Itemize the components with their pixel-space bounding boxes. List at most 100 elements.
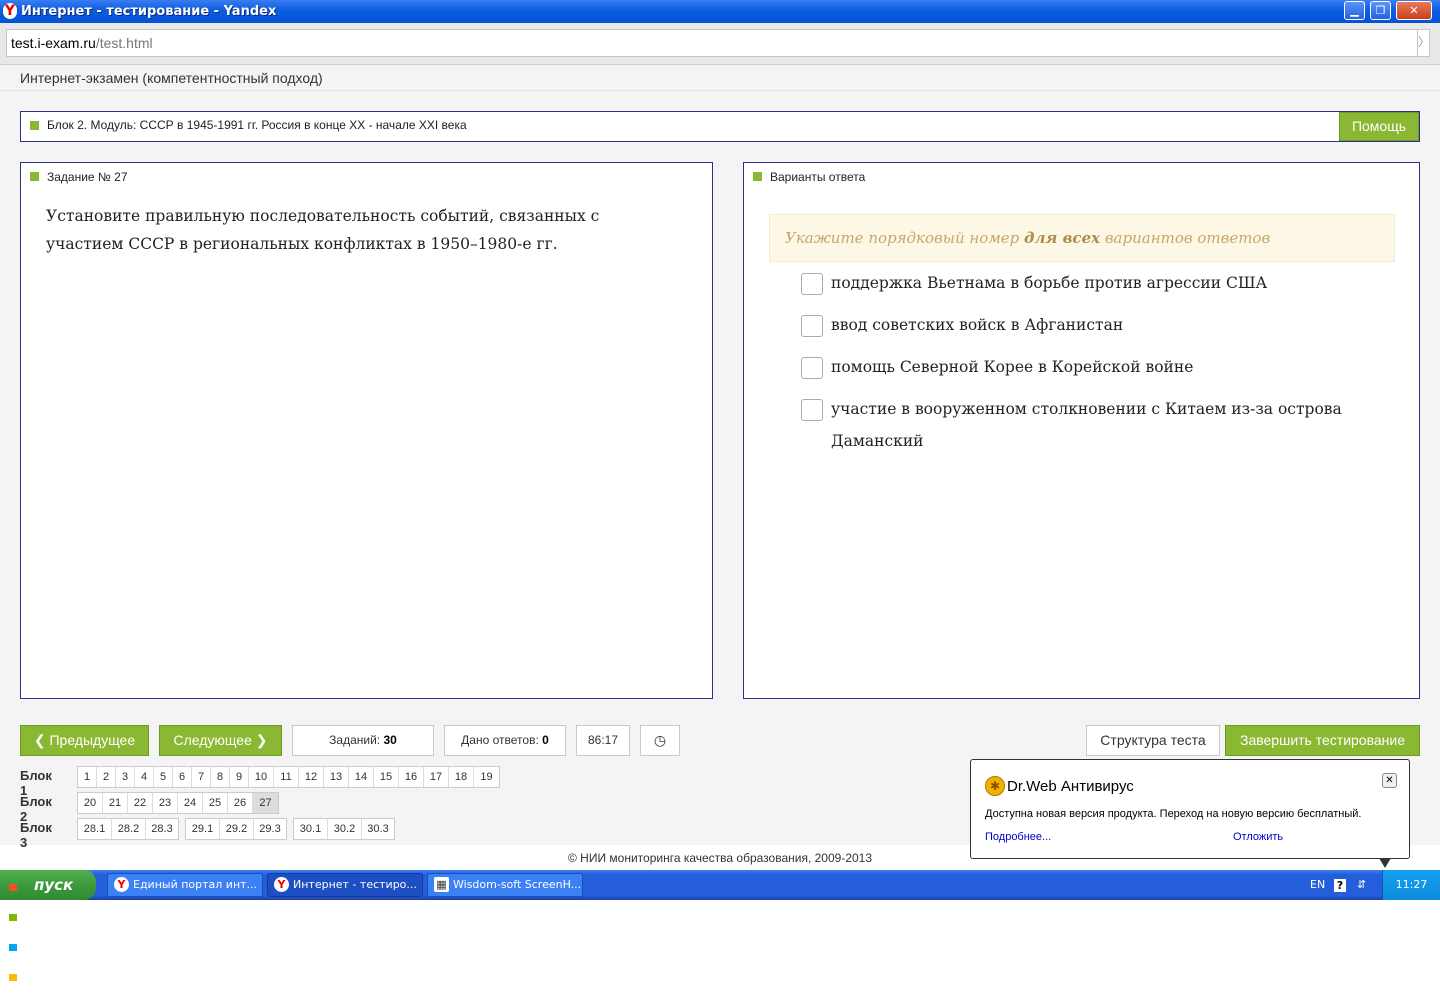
test-structure-button[interactable]: Структура теста	[1086, 725, 1220, 756]
minimize-button[interactable]: ▁	[1344, 1, 1365, 20]
drweb-notification: ✱ Dr.Web Антивирус ✕ Доступна новая верс…	[970, 759, 1410, 868]
tasks-label: Заданий:	[329, 733, 381, 747]
task-cell[interactable]: 17	[424, 767, 449, 787]
hint-text-end: вариантов ответов	[1100, 229, 1271, 247]
task-cell[interactable]: 8	[211, 767, 230, 787]
task-cell[interactable]: 7	[192, 767, 211, 787]
chevron-right-icon: ❯	[255, 732, 268, 748]
option-text: участие в вооруженном столкновении с Кит…	[831, 400, 1342, 450]
task-cell[interactable]: 20	[78, 793, 103, 813]
block-label: Блок 3	[20, 820, 52, 850]
help-button[interactable]: Помощь	[1339, 112, 1419, 141]
taskbar-item-label: Единый портал инт...	[133, 878, 258, 891]
task-cell[interactable]: 5	[154, 767, 173, 787]
task-cell[interactable]: 15	[374, 767, 399, 787]
exam-page: Интернет-экзамен (компетентностный подхо…	[0, 65, 1440, 865]
task-cell[interactable]: 24	[178, 793, 203, 813]
url-host: test.i-exam.ru	[11, 35, 96, 51]
answer-hint: Укажите порядковый номер для всех вариан…	[769, 214, 1395, 262]
answered-count: Дано ответов: 0	[444, 725, 566, 756]
task-cell[interactable]: 13	[324, 767, 349, 787]
exam-title: Интернет-экзамен (компетентностный подхо…	[20, 70, 323, 86]
previous-button[interactable]: ❮ Предыдущее	[20, 725, 149, 756]
taskbar: пуск Y Единый портал инт... Y Интернет - т…	[0, 870, 1440, 981]
balloon-tail	[1379, 858, 1391, 868]
start-button[interactable]: пуск	[0, 870, 96, 981]
yandex-icon: Y	[3, 3, 17, 19]
task-cell[interactable]: 30.1	[294, 819, 328, 839]
option-text: помощь Северной Корее в Корейской войне	[831, 358, 1194, 376]
block-3-group-29: 29.1 29.2 29.3	[185, 818, 287, 840]
task-cell[interactable]: 12	[299, 767, 324, 787]
next-label: Следующее	[173, 732, 252, 748]
hint-bold: для всех	[1024, 229, 1101, 247]
taskbar-item[interactable]: ▦ Wisdom-soft ScreenH...	[427, 873, 583, 897]
taskbar-item-active[interactable]: Y Интернет - тестиро...	[267, 873, 423, 897]
go-arrow-icon[interactable]: 〉	[1417, 29, 1430, 57]
option-text: ввод советских войск в Афганистан	[831, 316, 1124, 334]
next-button[interactable]: Следующее ❯	[159, 725, 282, 756]
task-cell[interactable]: 30.3	[362, 819, 394, 839]
close-window-button[interactable]: ✕	[1396, 1, 1432, 20]
task-cell[interactable]: 23	[153, 793, 178, 813]
answered-value: 0	[542, 733, 549, 747]
order-input-1[interactable]	[801, 273, 823, 295]
drweb-postpone-link[interactable]: Отложить	[1233, 831, 1283, 843]
help-tray-icon[interactable]: ?	[1334, 879, 1346, 892]
drweb-title: Dr.Web Антивирус	[1007, 778, 1134, 795]
language-indicator[interactable]: EN	[1310, 878, 1325, 891]
url-path: /test.html	[95, 35, 153, 51]
url-field[interactable]: test.i-exam.ru/test.html 〉	[6, 29, 1430, 57]
task-cell[interactable]: 16	[399, 767, 424, 787]
task-cell[interactable]: 9	[230, 767, 249, 787]
task-cell[interactable]: 22	[128, 793, 153, 813]
block-2-items: 20 21 22 23 24 25 26 27	[77, 792, 279, 814]
task-cell[interactable]: 30.2	[328, 819, 362, 839]
address-bar: test.i-exam.ru/test.html 〉	[0, 23, 1440, 65]
task-cell[interactable]: 28.3	[146, 819, 178, 839]
task-cell[interactable]: 4	[135, 767, 154, 787]
question-panel: Задание № 27 Установите правильную после…	[20, 162, 713, 699]
task-cell[interactable]: 26	[228, 793, 253, 813]
task-cell[interactable]: 6	[173, 767, 192, 787]
clock-icon[interactable]: ◷	[640, 725, 680, 756]
task-cell[interactable]: 28.2	[112, 819, 146, 839]
task-cell[interactable]: 29.2	[220, 819, 254, 839]
task-cell[interactable]: 28.1	[78, 819, 112, 839]
green-square-icon	[753, 172, 762, 181]
order-input-3[interactable]	[801, 357, 823, 379]
task-cell[interactable]: 1	[78, 767, 97, 787]
drweb-message: Доступна новая версия продукта. Переход …	[985, 808, 1362, 820]
task-cell[interactable]: 18	[449, 767, 474, 787]
window-title: Интернет - тестирование - Yandex	[21, 4, 277, 19]
task-cell[interactable]: 19	[474, 767, 499, 787]
block-1-items: 1 2 3 4 5 6 7 8 9 10 11 12 13 14 15 16 17 18 19	[77, 766, 500, 788]
order-input-4[interactable]	[801, 399, 823, 421]
task-cell[interactable]: 14	[349, 767, 374, 787]
order-input-2[interactable]	[801, 315, 823, 337]
drweb-more-link[interactable]: Подробнее...	[985, 831, 1051, 843]
task-cell[interactable]: 29.3	[254, 819, 286, 839]
close-icon[interactable]: ✕	[1382, 773, 1397, 788]
task-cell[interactable]: 25	[203, 793, 228, 813]
yandex-icon: Y	[274, 877, 289, 892]
timer: 86:17	[576, 725, 630, 756]
divider	[0, 90, 1440, 91]
block-3-group-30: 30.1 30.2 30.3	[293, 818, 395, 840]
system-clock[interactable]: 11:27	[1382, 870, 1440, 900]
previous-label: Предыдущее	[49, 732, 136, 748]
task-cell[interactable]: 21	[103, 793, 128, 813]
windows-logo-icon	[9, 877, 26, 981]
task-cell[interactable]: 3	[116, 767, 135, 787]
tray-arrows-icon[interactable]: ⇵	[1357, 878, 1366, 891]
green-square-icon	[30, 121, 39, 130]
taskbar-item[interactable]: Y Единый портал инт...	[107, 873, 263, 897]
task-cell[interactable]: 29.1	[186, 819, 220, 839]
task-cell[interactable]: 2	[97, 767, 116, 787]
task-cell-current[interactable]: 27	[253, 793, 278, 813]
maximize-button[interactable]: ❐	[1370, 1, 1391, 20]
finish-test-button[interactable]: Завершить тестирование	[1225, 725, 1420, 756]
screenshot-app-icon: ▦	[434, 877, 449, 892]
task-cell[interactable]: 11	[274, 767, 299, 787]
task-cell[interactable]: 10	[249, 767, 274, 787]
